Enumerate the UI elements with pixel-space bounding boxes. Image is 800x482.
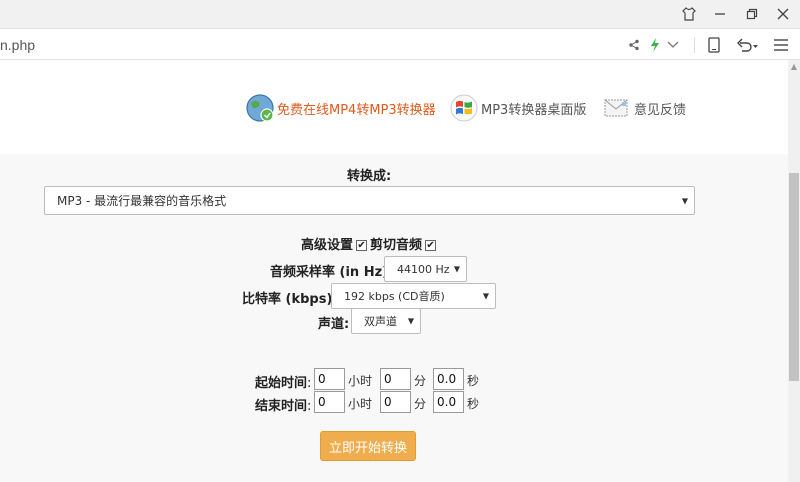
header-link-label: MP3转换器桌面版 bbox=[481, 102, 587, 118]
start-hours-input[interactable]: 0 bbox=[314, 368, 345, 390]
dropdown-arrow-icon: ▼ bbox=[482, 291, 489, 301]
advanced-settings-checkbox[interactable]: ✔ bbox=[356, 240, 368, 251]
seconds-unit: 秒 bbox=[467, 374, 480, 388]
header-link-desktop-version[interactable]: MP3转换器桌面版 bbox=[449, 93, 586, 123]
start-seconds-input[interactable]: 0.0 bbox=[433, 368, 464, 390]
header-link-feedback[interactable]: 意见反馈 bbox=[602, 93, 686, 123]
minutes-unit: 分 bbox=[414, 374, 427, 388]
end-minutes-input[interactable]: 0 bbox=[380, 391, 411, 413]
start-time-label-text: 起始时间 bbox=[255, 376, 308, 391]
dropdown-arrow-icon: ▼ bbox=[681, 196, 688, 205]
chevron-down-icon[interactable] bbox=[667, 35, 679, 55]
header-link-label: 免费在线MP4转MP3转换器 bbox=[277, 102, 436, 118]
globe-icon bbox=[246, 94, 274, 122]
minutes-unit: 分 bbox=[414, 397, 427, 411]
toolbar-divider bbox=[694, 37, 695, 53]
close-icon[interactable] bbox=[773, 4, 793, 24]
bitrate-value: 192 kbps (CD音质) bbox=[344, 290, 445, 303]
start-convert-button[interactable]: 立即开始转换 bbox=[320, 431, 416, 461]
undo-icon[interactable] bbox=[736, 35, 758, 55]
end-time-label: 结束时间: bbox=[255, 395, 311, 414]
format-select-value: MP3 - 最流行最兼容的音乐格式 bbox=[57, 194, 227, 208]
site-header: 免费在线MP4转MP3转换器 MP3转换器桌面版 意见反馈 bbox=[0, 60, 788, 154]
bitrate-select[interactable]: 192 kbps (CD音质) ▼ bbox=[331, 283, 496, 309]
end-time-colon: : bbox=[307, 399, 312, 414]
bitrate-label: 比特率 (kbps): bbox=[242, 292, 338, 307]
dropdown-arrow-icon: ▼ bbox=[407, 316, 414, 326]
dropdown-arrow-icon: ▼ bbox=[453, 264, 460, 274]
lightning-icon[interactable] bbox=[649, 35, 661, 55]
scrollbar-thumb[interactable] bbox=[789, 173, 799, 381]
skin-icon[interactable] bbox=[679, 4, 699, 24]
menu-icon[interactable] bbox=[773, 35, 789, 55]
format-select[interactable]: MP3 - 最流行最兼容的音乐格式 ▼ bbox=[44, 186, 695, 215]
start-time-label: 起始时间: bbox=[255, 372, 311, 391]
mail-icon bbox=[604, 99, 628, 117]
share-icon[interactable] bbox=[628, 35, 640, 55]
header-link-label: 意见反馈 bbox=[634, 102, 687, 118]
channel-label: 声道: bbox=[318, 317, 350, 332]
advanced-settings-row: 高级设置 ✔ 剪切音频 ✔ bbox=[301, 234, 439, 253]
hours-unit: 小时 bbox=[348, 374, 373, 388]
cut-audio-label: 剪切音频 bbox=[370, 238, 423, 253]
seconds-unit: 秒 bbox=[467, 397, 480, 411]
start-minutes-input[interactable]: 0 bbox=[380, 368, 411, 390]
hours-unit: 小时 bbox=[348, 397, 373, 411]
start-time-colon: : bbox=[307, 376, 312, 391]
end-time-label-text: 结束时间 bbox=[255, 399, 308, 414]
header-link-online-converter[interactable]: 免费在线MP4转MP3转换器 bbox=[245, 93, 436, 123]
minimize-icon[interactable] bbox=[710, 4, 730, 24]
tablet-icon[interactable] bbox=[708, 35, 720, 55]
sample-rate-label: 音频采样率 (in Hz): bbox=[270, 265, 394, 280]
restore-icon[interactable] bbox=[742, 4, 762, 24]
window-titlebar bbox=[0, 0, 800, 28]
sample-rate-select[interactable]: 44100 Hz ▼ bbox=[384, 256, 467, 282]
url-text[interactable]: n.php bbox=[0, 37, 35, 53]
end-hours-input[interactable]: 0 bbox=[314, 391, 345, 413]
address-bar[interactable]: n.php bbox=[0, 28, 800, 60]
scroll-up-arrow-icon[interactable]: ▲ bbox=[788, 60, 800, 74]
channel-select[interactable]: 双声道 ▼ bbox=[351, 308, 421, 334]
convert-to-label: 转换成: bbox=[347, 169, 392, 184]
end-seconds-input[interactable]: 0.0 bbox=[433, 391, 464, 413]
windows-logo-icon bbox=[450, 94, 478, 122]
channel-value: 双声道 bbox=[364, 315, 397, 328]
advanced-settings-label: 高级设置 bbox=[301, 238, 354, 253]
cut-audio-checkbox[interactable]: ✔ bbox=[425, 240, 437, 251]
sample-rate-value: 44100 Hz bbox=[397, 262, 450, 276]
